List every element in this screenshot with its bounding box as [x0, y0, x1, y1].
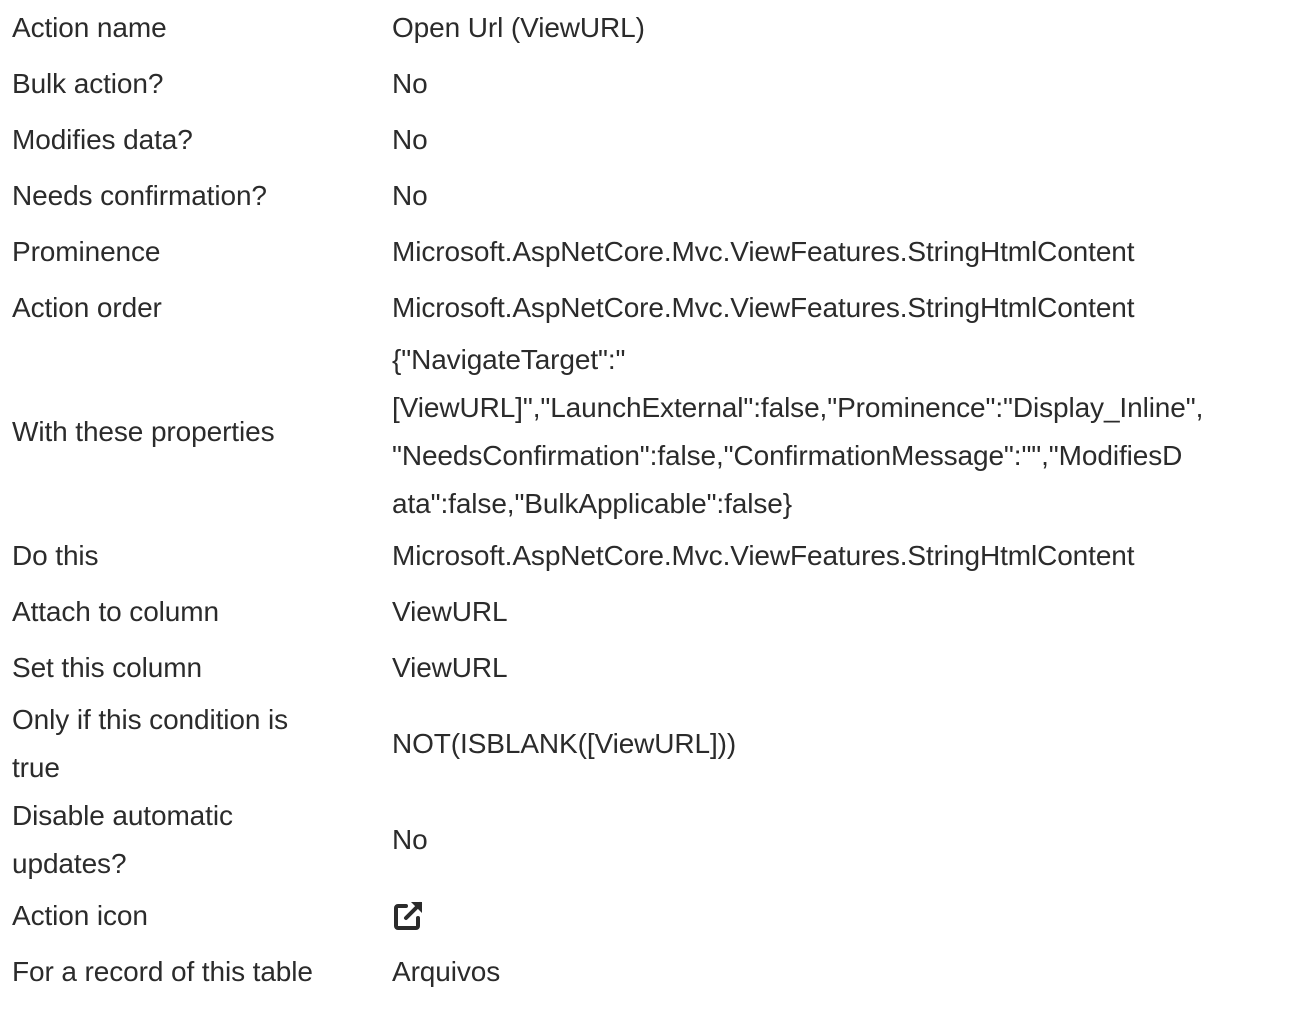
label-line: true: [12, 752, 60, 783]
property-label: Action name: [12, 12, 167, 43]
row-prominence: Prominence Microsoft.AspNetCore.Mvc.View…: [0, 224, 1305, 280]
property-value: Microsoft.AspNetCore.Mvc.ViewFeatures.St…: [392, 236, 1135, 267]
property-value: No: [392, 124, 428, 155]
property-label: With these properties: [12, 416, 275, 447]
property-value: [392, 888, 1305, 944]
property-value: ViewURL: [392, 652, 508, 683]
property-label: Attach to column: [12, 596, 219, 627]
property-value: No: [392, 824, 428, 855]
row-action-order: Action order Microsoft.AspNetCore.Mvc.Vi…: [0, 280, 1305, 336]
value-line: "NeedsConfirmation":false,"ConfirmationM…: [392, 440, 1183, 471]
label-line: Disable automatic: [12, 800, 233, 831]
property-value: Open Url (ViewURL): [392, 12, 645, 43]
property-value: ViewURL: [392, 596, 508, 627]
property-label: Do this: [12, 540, 99, 571]
row-set-this-column: Set this column ViewURL: [0, 640, 1305, 696]
property-value: {"NavigateTarget":" [ViewURL]","LaunchEx…: [392, 336, 1305, 528]
value-line: ata":false,"BulkApplicable":false}: [392, 488, 792, 519]
value-line: [ViewURL]","LaunchExternal":false,"Promi…: [392, 392, 1204, 423]
property-value: No: [392, 180, 428, 211]
row-modifies-data: Modifies data? No: [0, 112, 1305, 168]
property-label: Prominence: [12, 236, 161, 267]
property-label: Set this column: [12, 652, 202, 683]
row-with-these-properties: With these properties {"NavigateTarget":…: [0, 336, 1305, 528]
row-do-this: Do this Microsoft.AspNetCore.Mvc.ViewFea…: [0, 528, 1305, 584]
row-action-icon: Action icon: [0, 888, 1305, 944]
row-needs-confirmation: Needs confirmation? No: [0, 168, 1305, 224]
row-action-name: Action name Open Url (ViewURL): [0, 0, 1305, 56]
property-label: Modifies data?: [12, 124, 193, 155]
property-label: Only if this condition is true: [0, 696, 392, 792]
external-link-icon: [392, 898, 426, 932]
property-label: Disable automatic updates?: [0, 792, 392, 888]
row-condition: Only if this condition is true NOT(ISBLA…: [0, 696, 1305, 792]
label-line: updates?: [12, 848, 127, 879]
property-value: NOT(ISBLANK([ViewURL])): [392, 728, 737, 759]
property-label: For a record of this table: [12, 956, 313, 987]
row-for-a-record-of-this-table: For a record of this table Arquivos: [0, 944, 1305, 1000]
property-value: No: [392, 68, 428, 99]
label-line: Only if this condition is: [12, 704, 289, 735]
value-line: {"NavigateTarget":": [392, 344, 626, 375]
row-bulk-action: Bulk action? No: [0, 56, 1305, 112]
property-value: Microsoft.AspNetCore.Mvc.ViewFeatures.St…: [392, 292, 1135, 323]
property-label: Needs confirmation?: [12, 180, 267, 211]
row-disable-automatic-updates: Disable automatic updates? No: [0, 792, 1305, 888]
property-label: Bulk action?: [12, 68, 164, 99]
property-value: Microsoft.AspNetCore.Mvc.ViewFeatures.St…: [392, 540, 1135, 571]
property-label: Action order: [12, 292, 162, 323]
property-value: Arquivos: [392, 956, 501, 987]
row-attach-to-column: Attach to column ViewURL: [0, 584, 1305, 640]
action-properties-table: Action name Open Url (ViewURL) Bulk acti…: [0, 0, 1305, 1000]
property-label: Action icon: [12, 900, 148, 931]
